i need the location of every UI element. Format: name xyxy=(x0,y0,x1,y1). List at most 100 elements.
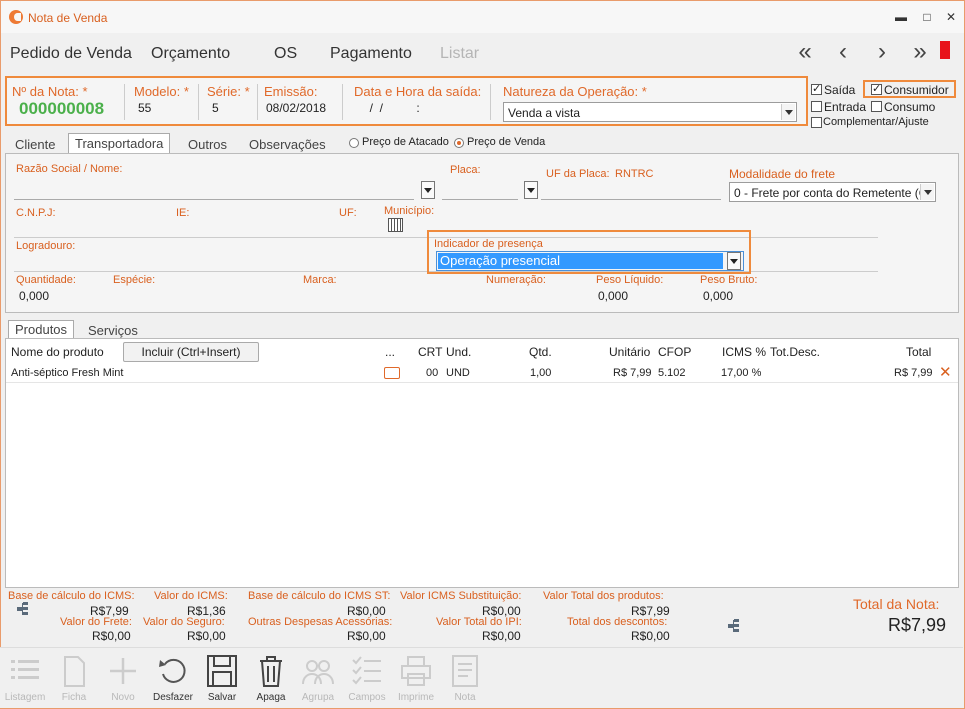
apaga-button[interactable]: Apaga xyxy=(246,652,296,706)
col-unitario: Unitário xyxy=(609,345,651,359)
printer-icon xyxy=(401,656,431,686)
col-total: Total xyxy=(906,345,932,359)
uf-placa-label: UF da Placa: xyxy=(546,168,610,180)
col-cfop: CFOP xyxy=(658,345,692,359)
incluir-button[interactable]: Incluir (Ctrl+Insert) xyxy=(123,342,259,362)
total-descontos-label: Total dos descontos: xyxy=(567,616,668,628)
tab-cliente[interactable]: Cliente xyxy=(15,137,55,152)
salvar-label: Salvar xyxy=(207,692,237,703)
saida-checkbox[interactable] xyxy=(811,82,822,95)
uf-placa-dropdown-button[interactable] xyxy=(524,181,538,199)
complementar-checkbox[interactable] xyxy=(811,117,822,128)
chevron-down-icon[interactable] xyxy=(727,252,741,270)
imprime-button[interactable]: Imprime xyxy=(391,652,441,706)
valor-ipi-label: Valor Total do IPI: xyxy=(436,616,522,628)
row-unitario: R$ 7,99 xyxy=(613,367,652,379)
maximize-button[interactable]: □ xyxy=(917,7,937,27)
window-title: Nota de Venda xyxy=(28,11,108,25)
last-record-icon[interactable]: » xyxy=(907,38,933,66)
tab-observacoes[interactable]: Observações xyxy=(249,137,326,152)
novo-label: Novo xyxy=(111,692,135,703)
preco-atacado-radio[interactable] xyxy=(349,138,359,148)
tab-produtos[interactable]: Produtos xyxy=(8,320,75,339)
campos-button[interactable]: Campos xyxy=(342,652,392,706)
nota-button[interactable]: Nota xyxy=(440,652,490,706)
consumidor-label: Consumidor xyxy=(884,83,949,97)
rntrc-input[interactable] xyxy=(541,199,721,200)
consumidor-checkbox[interactable] xyxy=(871,82,882,95)
desfazer-button[interactable]: Desfazer xyxy=(148,652,198,706)
novo-button[interactable]: Novo xyxy=(98,652,148,706)
row-cfop: 5.102 xyxy=(658,367,686,379)
chevron-down-icon xyxy=(781,104,795,120)
razao-dropdown-button[interactable] xyxy=(421,181,435,199)
serie-value[interactable]: 5 xyxy=(212,101,219,115)
peso-bruto-label: Peso Bruto: xyxy=(700,274,758,286)
indicador-label: Indicador de presença xyxy=(434,238,543,250)
outras-despesas-value: R$0,00 xyxy=(347,629,386,643)
emissao-label: Emissão: xyxy=(264,84,318,99)
divider xyxy=(198,84,199,120)
close-button[interactable]: ✕ xyxy=(941,7,961,27)
modelo-label: Modelo: * xyxy=(134,84,189,99)
status-indicator xyxy=(940,41,950,59)
preco-venda-radio[interactable] xyxy=(454,138,464,148)
document-icon xyxy=(64,656,85,687)
row-nome: Anti-séptico Fresh Mint xyxy=(11,367,124,379)
consumo-label: Consumo xyxy=(884,100,936,114)
agrupa-button[interactable]: Agrupa xyxy=(293,652,343,706)
divider xyxy=(342,84,343,120)
menu-pagamento[interactable]: Pagamento xyxy=(330,45,412,63)
next-record-icon[interactable]: › xyxy=(869,38,895,66)
calendar-icon[interactable] xyxy=(388,218,403,232)
complementar-label: Complementar/Ajuste xyxy=(823,116,929,128)
list-icon xyxy=(11,660,39,679)
quantidade-label: Quantidade: xyxy=(16,274,76,286)
prev-record-icon[interactable]: ‹ xyxy=(830,38,856,66)
divider xyxy=(490,84,491,120)
base-icms-st-label: Base de cálculo do ICMS ST: xyxy=(248,590,391,602)
tab-servicos[interactable]: Serviços xyxy=(88,323,138,338)
tree-icon[interactable] xyxy=(728,619,744,633)
entrada-checkbox[interactable] xyxy=(811,101,822,112)
first-record-icon[interactable]: « xyxy=(792,38,818,66)
col-nome: Nome do produto xyxy=(11,345,104,359)
valor-icms-label: Valor do ICMS: xyxy=(154,590,228,602)
listagem-button[interactable]: Listagem xyxy=(0,652,50,706)
salvar-button[interactable]: Salvar xyxy=(197,652,247,706)
tab-transportadora[interactable]: Transportadora xyxy=(68,133,171,154)
emissao-value[interactable]: 08/02/2018 xyxy=(266,101,326,115)
indicador-select[interactable]: Operação presencial xyxy=(436,251,744,271)
divider xyxy=(124,84,125,120)
razao-label: Razão Social / Nome: xyxy=(16,163,123,175)
placa-input[interactable] xyxy=(442,199,518,200)
comment-icon[interactable] xyxy=(384,367,400,379)
saida-value[interactable]: / / : xyxy=(363,101,420,115)
trash-icon xyxy=(260,656,282,687)
tree-icon[interactable] xyxy=(17,602,33,616)
razao-input[interactable] xyxy=(14,199,414,200)
ficha-button[interactable]: Ficha xyxy=(49,652,99,706)
modalidade-select[interactable]: 0 - Frete por conta do Remetente (C xyxy=(729,182,936,202)
modelo-value[interactable]: 55 xyxy=(138,101,151,115)
peso-bruto-value[interactable]: 0,000 xyxy=(703,289,733,303)
peso-liquido-value[interactable]: 0,000 xyxy=(598,289,628,303)
menu-orcamento[interactable]: Orçamento xyxy=(151,45,230,63)
valor-ipi-value: R$0,00 xyxy=(482,629,521,643)
menu-listar[interactable]: Listar xyxy=(440,45,479,63)
consumo-checkbox[interactable] xyxy=(871,101,882,112)
placa-label: Placa: xyxy=(450,164,481,176)
menu-pedido-venda[interactable]: Pedido de Venda xyxy=(10,45,132,63)
delete-row-icon[interactable]: ✕ xyxy=(939,363,952,381)
note-icon xyxy=(452,655,478,687)
valor-frete-value: R$0,00 xyxy=(92,629,131,643)
checklist-icon xyxy=(352,656,381,685)
title-bar: Nota de Venda ▬ □ ✕ xyxy=(1,1,964,33)
menu-os[interactable]: OS xyxy=(274,45,297,63)
tab-outros[interactable]: Outros xyxy=(188,137,227,152)
modalidade-value: 0 - Frete por conta do Remetente (C xyxy=(734,186,928,200)
minimize-button[interactable]: ▬ xyxy=(891,7,911,27)
quantidade-value[interactable]: 0,000 xyxy=(19,289,49,303)
table-row[interactable] xyxy=(6,362,958,383)
natureza-select[interactable]: Venda a vista xyxy=(503,102,797,122)
